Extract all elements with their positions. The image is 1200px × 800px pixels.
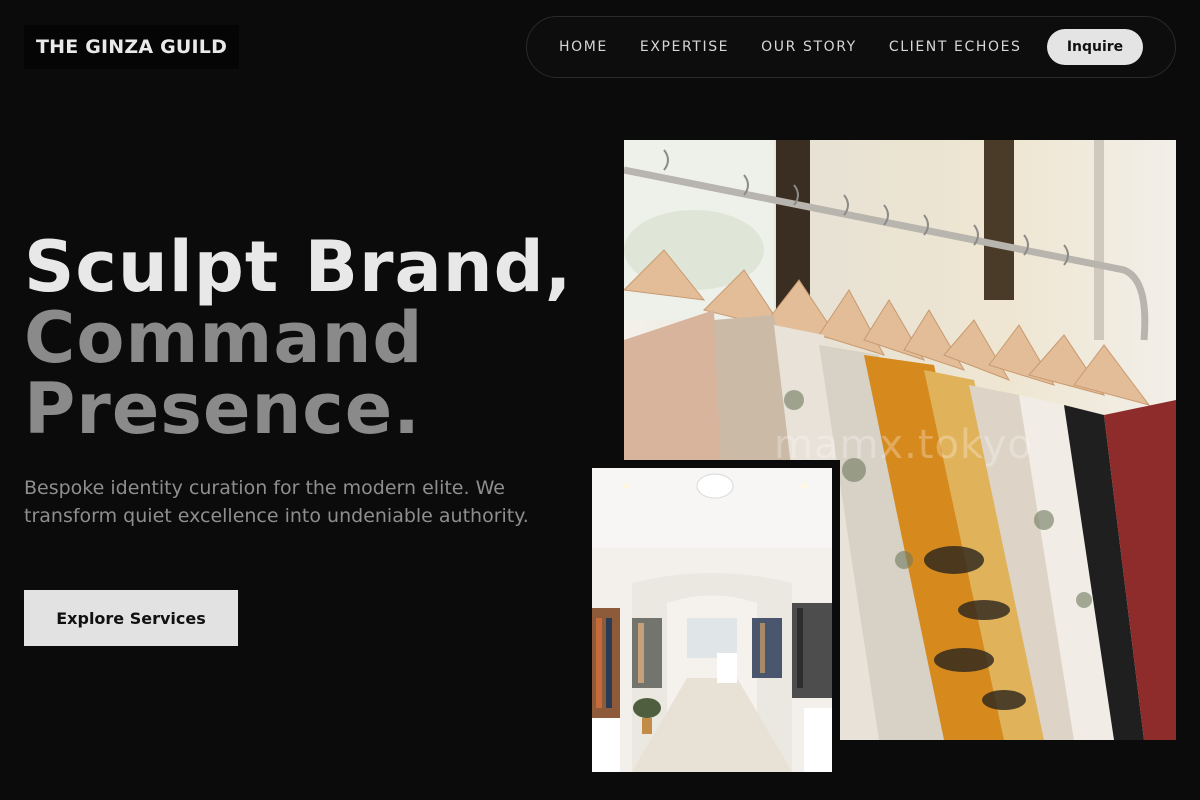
main-nav: HOME EXPERTISE OUR STORY CLIENT ECHOES I… — [526, 16, 1176, 78]
inquire-button[interactable]: Inquire — [1047, 29, 1143, 65]
headline-line-2: Command — [24, 297, 424, 379]
headline-line-1: Sculpt Brand, — [24, 226, 573, 308]
page: THE GINZA GUILD HOME EXPERTISE OUR STORY… — [0, 0, 1200, 800]
boutique-interior-illustration — [592, 468, 832, 772]
hero-subtext: Bespoke identity curation for the modern… — [24, 477, 529, 527]
explore-services-button[interactable]: Explore Services — [24, 590, 238, 646]
hero-headline: Sculpt Brand, Command Presence. — [24, 232, 572, 445]
brand-logo[interactable]: THE GINZA GUILD — [24, 25, 239, 69]
nav-link-client-echoes[interactable]: CLIENT ECHOES — [889, 39, 1022, 55]
nav-link-expertise[interactable]: EXPERTISE — [640, 39, 729, 55]
nav-link-our-story[interactable]: OUR STORY — [761, 39, 857, 55]
boutique-interior-photo — [592, 468, 832, 772]
headline-line-3: Presence. — [24, 368, 421, 450]
nav-link-home[interactable]: HOME — [559, 39, 608, 55]
